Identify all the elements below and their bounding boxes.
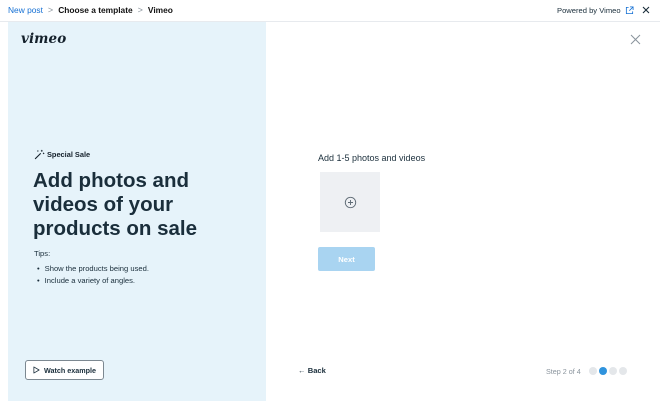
- breadcrumb-separator: >: [47, 5, 54, 15]
- special-sale-tag: Special Sale: [34, 149, 90, 160]
- tip-item: Include a variety of angles.: [34, 275, 149, 287]
- watch-example-label: Watch example: [43, 365, 97, 375]
- powered-by-link[interactable]: Powered by Vimeo: [557, 6, 634, 15]
- next-button[interactable]: Next: [318, 247, 375, 271]
- template-headline: Add photos and videos of your products o…: [33, 169, 198, 240]
- watch-example-button[interactable]: Watch example: [25, 360, 104, 380]
- tips-title: Tips:: [34, 249, 51, 258]
- close-icon[interactable]: [641, 5, 651, 15]
- breadcrumb-choose-template[interactable]: Choose a template: [58, 5, 132, 15]
- step-dot: [619, 367, 627, 375]
- magic-wand-icon: [34, 149, 45, 160]
- close-icon[interactable]: [630, 34, 641, 45]
- add-circle-icon: [344, 196, 356, 208]
- top-bar: New post > Choose a template > Vimeo Pow…: [0, 0, 660, 22]
- breadcrumb-vimeo: Vimeo: [147, 5, 173, 15]
- breadcrumb-new-post[interactable]: New post: [8, 5, 43, 15]
- tips-list: Show the products being used. Include a …: [34, 263, 149, 286]
- upload-label: Add 1-5 photos and videos: [318, 153, 426, 163]
- external-link-icon: [625, 6, 634, 15]
- template-info-panel: vimeo Special Sale Add photos and videos…: [8, 22, 266, 401]
- special-sale-label: Special Sale: [47, 150, 91, 159]
- powered-by-text: Powered by Vimeo: [557, 6, 621, 15]
- step-indicator-text: Step 2 of 4: [546, 367, 581, 376]
- step-dot: [589, 367, 597, 375]
- breadcrumb: New post > Choose a template > Vimeo: [8, 5, 173, 15]
- step-dots: [589, 367, 629, 375]
- vimeo-logo: vimeo: [21, 31, 67, 47]
- play-icon: [33, 366, 40, 374]
- back-button[interactable]: ← Back: [298, 366, 326, 375]
- breadcrumb-separator: >: [137, 5, 143, 15]
- tip-item: Show the products being used.: [34, 263, 149, 275]
- step-dot-current: [599, 367, 607, 375]
- step-dot: [609, 367, 617, 375]
- add-media-tile[interactable]: [320, 172, 380, 232]
